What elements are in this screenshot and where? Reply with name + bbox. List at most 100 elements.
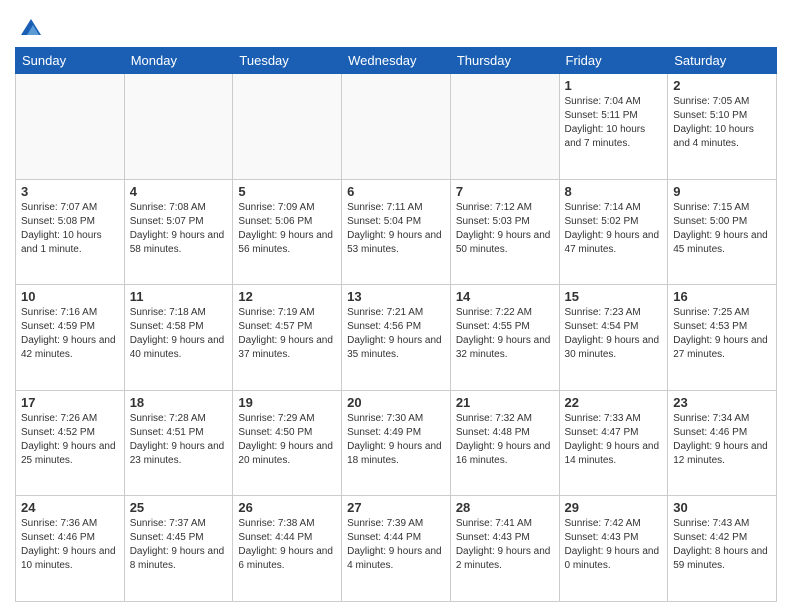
calendar-cell: 22 Sunrise: 7:33 AM Sunset: 4:47 PM Dayli… — [559, 390, 668, 496]
logo-icon — [19, 15, 43, 39]
day-info: Sunrise: 7:33 AM Sunset: 4:47 PM Dayligh… — [565, 412, 663, 468]
calendar-cell: 30 Sunrise: 7:43 AM Sunset: 4:42 PM Dayli… — [668, 496, 777, 602]
calendar-cell: 14 Sunrise: 7:22 AM Sunset: 4:55 PM Dayli… — [450, 285, 559, 391]
day-info: Sunrise: 7:37 AM Sunset: 4:45 PM Dayligh… — [130, 517, 228, 573]
calendar-cell: 21 Sunrise: 7:32 AM Sunset: 4:48 PM Dayli… — [450, 390, 559, 496]
calendar-cell — [342, 74, 451, 180]
day-info: Sunrise: 7:09 AM Sunset: 5:06 PM Dayligh… — [238, 201, 336, 257]
day-number: 24 — [21, 500, 119, 515]
calendar-cell: 15Sunrise: 7:23 AM Sunset: 4:54 PM Dayli… — [559, 285, 668, 391]
calendar-cell: 25 Sunrise: 7:37 AM Sunset: 4:45 PM Dayli… — [124, 496, 233, 602]
day-info: Sunrise: 7:18 AM Sunset: 4:58 PM Dayligh… — [130, 306, 228, 362]
day-number: 7 — [456, 184, 554, 199]
day-number: 20 — [347, 395, 445, 410]
page: SundayMondayTuesdayWednesdayThursdayFrid… — [0, 0, 792, 612]
day-info: Sunrise: 7:16 AM Sunset: 4:59 PM Dayligh… — [21, 306, 119, 362]
calendar-week-row: 1 Sunrise: 7:04 AM Sunset: 5:11 PM Daylig… — [16, 74, 777, 180]
day-info: Sunrise: 7:38 AM Sunset: 4:44 PM Dayligh… — [238, 517, 336, 573]
calendar-header-row: SundayMondayTuesdayWednesdayThursdayFrid… — [16, 48, 777, 74]
calendar-day-header: Wednesday — [342, 48, 451, 74]
calendar-cell: 29Sunrise: 7:42 AM Sunset: 4:43 PM Dayli… — [559, 496, 668, 602]
calendar-week-row: 3 Sunrise: 7:07 AM Sunset: 5:08 PM Daylig… — [16, 179, 777, 285]
day-number: 16 — [673, 289, 771, 304]
calendar-cell: 2Sunrise: 7:05 AM Sunset: 5:10 PM Daylig… — [668, 74, 777, 180]
day-info: Sunrise: 7:07 AM Sunset: 5:08 PM Dayligh… — [21, 201, 119, 257]
day-info: Sunrise: 7:21 AM Sunset: 4:56 PM Dayligh… — [347, 306, 445, 362]
day-number: 6 — [347, 184, 445, 199]
calendar-week-row: 10Sunrise: 7:16 AM Sunset: 4:59 PM Dayli… — [16, 285, 777, 391]
day-number: 29 — [565, 500, 663, 515]
day-info: Sunrise: 7:29 AM Sunset: 4:50 PM Dayligh… — [238, 412, 336, 468]
day-number: 23 — [673, 395, 771, 410]
day-number: 28 — [456, 500, 554, 515]
calendar-cell: 7 Sunrise: 7:12 AM Sunset: 5:03 PM Daylig… — [450, 179, 559, 285]
day-info: Sunrise: 7:14 AM Sunset: 5:02 PM Dayligh… — [565, 201, 663, 257]
day-number: 30 — [673, 500, 771, 515]
day-number: 19 — [238, 395, 336, 410]
day-info: Sunrise: 7:11 AM Sunset: 5:04 PM Dayligh… — [347, 201, 445, 257]
calendar-cell: 19 Sunrise: 7:29 AM Sunset: 4:50 PM Dayli… — [233, 390, 342, 496]
calendar-day-header: Friday — [559, 48, 668, 74]
day-info: Sunrise: 7:39 AM Sunset: 4:44 PM Dayligh… — [347, 517, 445, 573]
calendar-cell: 27 Sunrise: 7:39 AM Sunset: 4:44 PM Dayli… — [342, 496, 451, 602]
calendar-cell: 16 Sunrise: 7:25 AM Sunset: 4:53 PM Dayli… — [668, 285, 777, 391]
calendar-cell: 3 Sunrise: 7:07 AM Sunset: 5:08 PM Daylig… — [16, 179, 125, 285]
calendar-cell: 24 Sunrise: 7:36 AM Sunset: 4:46 PM Dayli… — [16, 496, 125, 602]
day-info: Sunrise: 7:12 AM Sunset: 5:03 PM Dayligh… — [456, 201, 554, 257]
day-info: Sunrise: 7:08 AM Sunset: 5:07 PM Dayligh… — [130, 201, 228, 257]
day-number: 25 — [130, 500, 228, 515]
day-info: Sunrise: 7:28 AM Sunset: 4:51 PM Dayligh… — [130, 412, 228, 468]
calendar-cell: 10Sunrise: 7:16 AM Sunset: 4:59 PM Dayli… — [16, 285, 125, 391]
day-info: Sunrise: 7:19 AM Sunset: 4:57 PM Dayligh… — [238, 306, 336, 362]
logo — [15, 15, 43, 39]
calendar-cell — [124, 74, 233, 180]
calendar-day-header: Thursday — [450, 48, 559, 74]
calendar-cell: 28 Sunrise: 7:41 AM Sunset: 4:43 PM Dayli… — [450, 496, 559, 602]
day-number: 3 — [21, 184, 119, 199]
day-number: 1 — [565, 78, 663, 93]
calendar-cell: 17Sunrise: 7:26 AM Sunset: 4:52 PM Dayli… — [16, 390, 125, 496]
calendar-cell — [450, 74, 559, 180]
calendar-cell — [233, 74, 342, 180]
header — [15, 10, 777, 39]
calendar-cell: 8Sunrise: 7:14 AM Sunset: 5:02 PM Daylig… — [559, 179, 668, 285]
day-info: Sunrise: 7:43 AM Sunset: 4:42 PM Dayligh… — [673, 517, 771, 573]
calendar-cell: 26 Sunrise: 7:38 AM Sunset: 4:44 PM Dayli… — [233, 496, 342, 602]
day-number: 14 — [456, 289, 554, 304]
calendar-day-header: Tuesday — [233, 48, 342, 74]
calendar-cell: 9Sunrise: 7:15 AM Sunset: 5:00 PM Daylig… — [668, 179, 777, 285]
calendar-cell: 12 Sunrise: 7:19 AM Sunset: 4:57 PM Dayli… — [233, 285, 342, 391]
day-number: 2 — [673, 78, 771, 93]
day-info: Sunrise: 7:15 AM Sunset: 5:00 PM Dayligh… — [673, 201, 771, 257]
day-info: Sunrise: 7:34 AM Sunset: 4:46 PM Dayligh… — [673, 412, 771, 468]
day-number: 13 — [347, 289, 445, 304]
calendar-cell — [16, 74, 125, 180]
day-info: Sunrise: 7:22 AM Sunset: 4:55 PM Dayligh… — [456, 306, 554, 362]
day-info: Sunrise: 7:32 AM Sunset: 4:48 PM Dayligh… — [456, 412, 554, 468]
calendar-cell: 6 Sunrise: 7:11 AM Sunset: 5:04 PM Daylig… — [342, 179, 451, 285]
calendar-cell: 23 Sunrise: 7:34 AM Sunset: 4:46 PM Dayli… — [668, 390, 777, 496]
day-info: Sunrise: 7:36 AM Sunset: 4:46 PM Dayligh… — [21, 517, 119, 573]
day-info: Sunrise: 7:41 AM Sunset: 4:43 PM Dayligh… — [456, 517, 554, 573]
day-number: 21 — [456, 395, 554, 410]
day-number: 22 — [565, 395, 663, 410]
calendar-week-row: 24 Sunrise: 7:36 AM Sunset: 4:46 PM Dayli… — [16, 496, 777, 602]
day-number: 18 — [130, 395, 228, 410]
day-number: 27 — [347, 500, 445, 515]
calendar-cell: 1 Sunrise: 7:04 AM Sunset: 5:11 PM Daylig… — [559, 74, 668, 180]
day-number: 12 — [238, 289, 336, 304]
calendar-day-header: Saturday — [668, 48, 777, 74]
day-info: Sunrise: 7:04 AM Sunset: 5:11 PM Dayligh… — [565, 95, 663, 151]
calendar-day-header: Sunday — [16, 48, 125, 74]
calendar-cell: 20 Sunrise: 7:30 AM Sunset: 4:49 PM Dayli… — [342, 390, 451, 496]
day-info: Sunrise: 7:23 AM Sunset: 4:54 PM Dayligh… — [565, 306, 663, 362]
day-info: Sunrise: 7:30 AM Sunset: 4:49 PM Dayligh… — [347, 412, 445, 468]
calendar-cell: 5Sunrise: 7:09 AM Sunset: 5:06 PM Daylig… — [233, 179, 342, 285]
calendar-table: SundayMondayTuesdayWednesdayThursdayFrid… — [15, 47, 777, 602]
day-number: 26 — [238, 500, 336, 515]
calendar-cell: 4Sunrise: 7:08 AM Sunset: 5:07 PM Daylig… — [124, 179, 233, 285]
calendar-cell: 18 Sunrise: 7:28 AM Sunset: 4:51 PM Dayli… — [124, 390, 233, 496]
day-info: Sunrise: 7:26 AM Sunset: 4:52 PM Dayligh… — [21, 412, 119, 468]
calendar-week-row: 17Sunrise: 7:26 AM Sunset: 4:52 PM Dayli… — [16, 390, 777, 496]
day-info: Sunrise: 7:25 AM Sunset: 4:53 PM Dayligh… — [673, 306, 771, 362]
